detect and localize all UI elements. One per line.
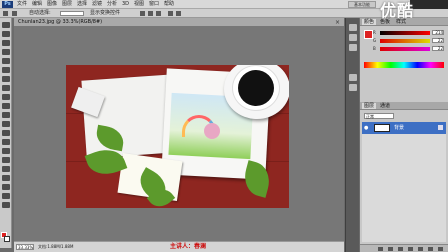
eyedropper-tool-icon[interactable] xyxy=(2,67,10,73)
slider-b-track[interactable] xyxy=(380,47,430,51)
gradient-tool-icon[interactable] xyxy=(2,121,10,127)
styles-panel-icon[interactable] xyxy=(349,44,357,51)
history-brush-tool-icon[interactable] xyxy=(2,103,10,109)
menu-layer[interactable]: 图层 xyxy=(62,1,72,8)
menu-window[interactable]: 窗口 xyxy=(149,1,159,8)
document-canvas-image[interactable] xyxy=(66,65,289,208)
distribute-icon[interactable] xyxy=(168,11,173,16)
link-icon[interactable] xyxy=(378,247,383,251)
fx-icon[interactable] xyxy=(388,247,393,251)
distribute-icon[interactable] xyxy=(176,11,181,16)
slider-r-value[interactable]: 214 xyxy=(432,30,444,35)
menu-image[interactable]: 图像 xyxy=(47,1,57,8)
lock-icon xyxy=(438,125,443,130)
auto-select-dropdown[interactable] xyxy=(60,11,84,16)
presenter-caption: 主讲人：春澜 xyxy=(170,243,207,250)
menu-help[interactable]: 帮助 xyxy=(164,1,174,8)
tab-swatches[interactable]: 色板 xyxy=(378,19,392,25)
auto-select-label: 自动选择: xyxy=(29,10,51,16)
eraser-tool-icon[interactable] xyxy=(2,112,10,118)
blend-mode-select[interactable]: 正常 xyxy=(364,113,394,119)
checkbox-icon[interactable] xyxy=(12,11,17,16)
new-layer-icon[interactable] xyxy=(428,247,433,251)
blur-tool-icon[interactable] xyxy=(2,130,10,136)
slider-b-value[interactable]: 22 xyxy=(432,46,444,51)
trash-icon[interactable] xyxy=(438,247,443,251)
align-icon[interactable] xyxy=(156,11,161,16)
layers-panel-header: 图层 通道 xyxy=(360,102,448,110)
document-title: Chunlan23.jpg @ 33.3%(RGB/8#) xyxy=(18,19,103,25)
color-spectrum[interactable] xyxy=(364,62,444,68)
background-color-swatch[interactable] xyxy=(4,236,10,242)
pen-tool-icon[interactable] xyxy=(2,148,10,154)
photoshop-window: Ps 文件 编辑 图像 图层 选择 滤镜 分析 3D 视图 窗口 帮助 基本功能… xyxy=(0,0,448,252)
slider-r[interactable]: R xyxy=(373,30,430,35)
slider-g[interactable]: G xyxy=(373,38,430,43)
quick-select-tool-icon[interactable] xyxy=(2,49,10,55)
healing-tool-icon[interactable] xyxy=(2,76,10,82)
color-panel-header: 颜色 色板 样式 xyxy=(360,18,448,26)
shape-tool-icon[interactable] xyxy=(2,175,10,181)
layer-name[interactable]: 背景 xyxy=(394,125,404,131)
slider-g-label: G xyxy=(373,38,377,43)
slider-r-track[interactable] xyxy=(380,31,430,35)
menu-select[interactable]: 选择 xyxy=(77,1,87,8)
adjustments-panel-icon[interactable] xyxy=(349,74,357,81)
slider-b-label: B xyxy=(373,46,376,51)
slider-b[interactable]: B xyxy=(373,46,430,51)
adjustment-icon[interactable] xyxy=(408,247,413,251)
folder-icon[interactable] xyxy=(418,247,423,251)
layer-row[interactable]: ● 背景 xyxy=(362,122,446,134)
eye-icon[interactable]: ● xyxy=(364,125,368,131)
dodge-tool-icon[interactable] xyxy=(2,139,10,145)
document-info[interactable]: 文档:1.88M/1.88M xyxy=(38,244,73,250)
tree-illustration xyxy=(204,123,220,139)
align-icon[interactable] xyxy=(140,11,145,16)
menu-file[interactable]: 文件 xyxy=(17,1,27,8)
move-tool-icon[interactable] xyxy=(2,22,10,28)
mask-icon[interactable] xyxy=(398,247,403,251)
tab-styles[interactable]: 样式 xyxy=(394,19,408,25)
tab-layers[interactable]: 图层 xyxy=(362,103,377,109)
close-icon[interactable]: × xyxy=(335,19,340,26)
layer-thumbnail xyxy=(374,124,390,132)
menu-edit[interactable]: 编辑 xyxy=(32,1,42,8)
tools-panel xyxy=(0,18,12,248)
menu-filter[interactable]: 滤镜 xyxy=(92,1,102,8)
move-tool-icon[interactable] xyxy=(3,11,8,16)
slider-g-value[interactable]: 22 xyxy=(432,38,444,43)
tab-channels[interactable]: 通道 xyxy=(378,103,392,109)
slider-r-label: R xyxy=(373,30,376,35)
document-tab[interactable]: Chunlan23.jpg @ 33.3%(RGB/8#) × xyxy=(14,18,344,27)
tab-color[interactable]: 颜色 xyxy=(362,19,377,25)
type-tool-icon[interactable] xyxy=(2,157,10,163)
crop-tool-icon[interactable] xyxy=(2,58,10,64)
color-panel-foreground[interactable] xyxy=(364,30,373,39)
zoom-tool-icon[interactable] xyxy=(2,202,10,208)
coffee xyxy=(238,70,274,106)
masks-panel-icon[interactable] xyxy=(349,84,357,91)
workspace-switcher[interactable]: 基本功能 xyxy=(348,1,376,8)
align-icon[interactable] xyxy=(148,11,153,16)
stamp-tool-icon[interactable] xyxy=(2,94,10,100)
swatches-panel-icon[interactable] xyxy=(349,34,357,41)
path-select-tool-icon[interactable] xyxy=(2,166,10,172)
hand-tool-icon[interactable] xyxy=(2,193,10,199)
zoom-level-field[interactable]: 33.33% xyxy=(16,244,34,250)
photoshop-logo: Ps xyxy=(2,1,13,8)
show-transform-label[interactable]: 显示变换控件 xyxy=(90,10,120,17)
brush-tool-icon[interactable] xyxy=(2,85,10,91)
menu-view[interactable]: 视图 xyxy=(134,1,144,8)
lasso-tool-icon[interactable] xyxy=(2,40,10,46)
layer-list xyxy=(362,134,446,242)
marquee-tool-icon[interactable] xyxy=(2,31,10,37)
3d-tool-icon[interactable] xyxy=(2,184,10,190)
right-panels: 颜色 色板 样式 R 214 G 22 B 22 图层 通道 正常 ● 背景 xyxy=(360,18,448,252)
menu-analysis[interactable]: 分析 xyxy=(107,1,117,8)
color-panel-icon[interactable] xyxy=(349,24,357,31)
menu-3d[interactable]: 3D xyxy=(122,1,129,8)
slider-g-track[interactable] xyxy=(380,39,430,43)
panel-dock xyxy=(345,18,359,252)
layers-footer xyxy=(360,244,448,252)
